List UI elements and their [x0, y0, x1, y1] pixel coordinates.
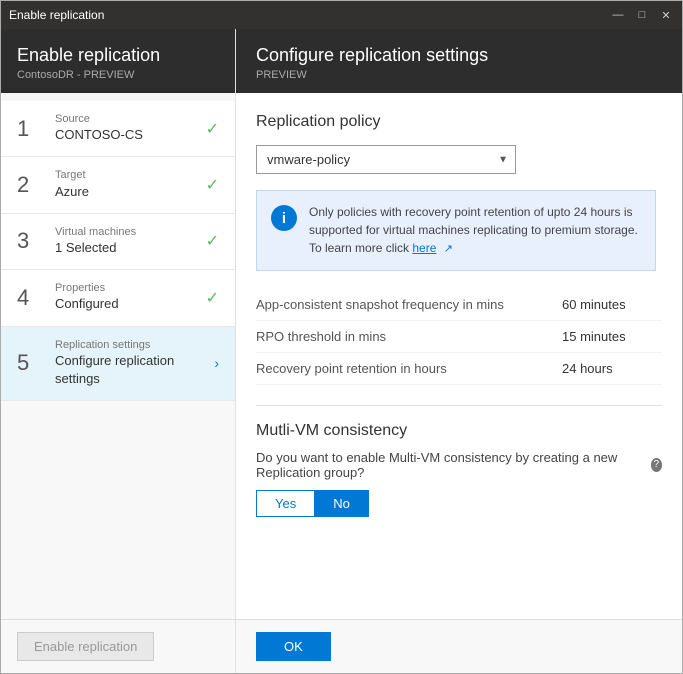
settings-value-2: 24 hours	[562, 361, 662, 376]
titlebar-controls: — □ ✕	[610, 9, 674, 22]
right-header: Configure replication settings PREVIEW	[236, 29, 682, 93]
step-5-arrow-icon: ›	[214, 355, 219, 371]
step-2-info: Target Azure	[55, 169, 198, 200]
step-1-value: CONTOSO-CS	[55, 126, 198, 144]
step-4-info: Properties Configured	[55, 282, 198, 313]
settings-row-1: RPO threshold in mins 15 minutes	[256, 321, 662, 353]
step-2-number: 2	[17, 174, 45, 196]
external-link-icon: ↗	[444, 243, 453, 255]
step-5-info: Replication settings Configure replicati…	[55, 339, 206, 389]
replication-policy-dropdown-wrapper[interactable]: vmware-policy Default-VMware-Policy	[256, 145, 516, 174]
step-4-label: Properties	[55, 282, 198, 295]
minimize-button[interactable]: —	[610, 9, 626, 22]
settings-row-0: App-consistent snapshot frequency in min…	[256, 289, 662, 321]
right-panel-subtitle: PREVIEW	[256, 69, 662, 81]
step-5-replication-settings[interactable]: 5 Replication settings Configure replica…	[1, 327, 235, 402]
step-4-check-icon: ✓	[206, 288, 219, 308]
main-window: Enable replication — □ ✕ Enable replicat…	[0, 0, 683, 674]
toggle-buttons: Yes No	[256, 490, 662, 517]
left-footer: Enable replication	[1, 619, 235, 673]
step-4-properties[interactable]: 4 Properties Configured ✓	[1, 270, 235, 326]
settings-value-1: 15 minutes	[562, 329, 662, 344]
step-3-check-icon: ✓	[206, 231, 219, 251]
multvm-question-text: Do you want to enable Multi-VM consisten…	[256, 450, 645, 480]
no-button[interactable]: No	[314, 490, 369, 517]
replication-policy-select[interactable]: vmware-policy Default-VMware-Policy	[256, 145, 516, 174]
info-link[interactable]: here	[412, 241, 436, 255]
replication-policy-title: Replication policy	[256, 113, 662, 131]
step-1-label: Source	[55, 113, 198, 126]
right-content: Replication policy vmware-policy Default…	[236, 93, 682, 619]
left-panel-title: Enable replication	[17, 45, 219, 66]
right-footer: OK	[236, 619, 682, 673]
step-3-number: 3	[17, 230, 45, 252]
step-1-number: 1	[17, 118, 45, 140]
step-5-label: Replication settings	[55, 339, 206, 352]
step-2-target[interactable]: 2 Target Azure ✓	[1, 157, 235, 213]
help-icon[interactable]: ?	[651, 458, 662, 472]
settings-label-1: RPO threshold in mins	[256, 329, 562, 344]
step-4-value: Configured	[55, 295, 198, 313]
window-body: Enable replication ContosoDR - PREVIEW 1…	[1, 29, 682, 673]
ok-button[interactable]: OK	[256, 632, 331, 661]
step-3-info: Virtual machines 1 Selected	[55, 226, 198, 257]
step-3-value: 1 Selected	[55, 239, 198, 257]
settings-label-2: Recovery point retention in hours	[256, 361, 562, 376]
left-header: Enable replication ContosoDR - PREVIEW	[1, 29, 235, 93]
multvm-title: Mutli-VM consistency	[256, 422, 662, 440]
info-box: i Only policies with recovery point rete…	[256, 190, 656, 271]
settings-value-0: 60 minutes	[562, 297, 662, 312]
settings-table: App-consistent snapshot frequency in min…	[256, 289, 662, 385]
step-1-info: Source CONTOSO-CS	[55, 113, 198, 144]
step-1-source[interactable]: 1 Source CONTOSO-CS ✓	[1, 101, 235, 157]
settings-row-2: Recovery point retention in hours 24 hou…	[256, 353, 662, 385]
multvm-question: Do you want to enable Multi-VM consisten…	[256, 450, 662, 480]
yes-button[interactable]: Yes	[256, 490, 314, 517]
left-panel-subtitle: ContosoDR - PREVIEW	[17, 69, 219, 81]
right-panel: Configure replication settings PREVIEW R…	[236, 29, 682, 673]
close-button[interactable]: ✕	[658, 9, 674, 22]
info-icon: i	[271, 205, 297, 231]
section-divider	[256, 405, 662, 406]
left-panel: Enable replication ContosoDR - PREVIEW 1…	[1, 29, 236, 673]
steps-list: 1 Source CONTOSO-CS ✓ 2 Target Azure ✓	[1, 93, 235, 619]
step-2-value: Azure	[55, 183, 198, 201]
step-4-number: 4	[17, 287, 45, 309]
step-5-value: Configure replication settings	[55, 352, 206, 388]
info-text: Only policies with recovery point retent…	[309, 203, 641, 258]
titlebar-title: Enable replication	[9, 8, 104, 22]
step-3-label: Virtual machines	[55, 226, 198, 239]
right-panel-title: Configure replication settings	[256, 45, 662, 66]
maximize-button[interactable]: □	[634, 9, 650, 22]
step-2-label: Target	[55, 169, 198, 182]
settings-label-0: App-consistent snapshot frequency in min…	[256, 297, 562, 312]
step-5-number: 5	[17, 352, 45, 374]
step-1-check-icon: ✓	[206, 119, 219, 139]
enable-replication-button[interactable]: Enable replication	[17, 632, 154, 661]
step-3-virtual-machines[interactable]: 3 Virtual machines 1 Selected ✓	[1, 214, 235, 270]
step-2-check-icon: ✓	[206, 175, 219, 195]
titlebar: Enable replication — □ ✕	[1, 1, 682, 29]
